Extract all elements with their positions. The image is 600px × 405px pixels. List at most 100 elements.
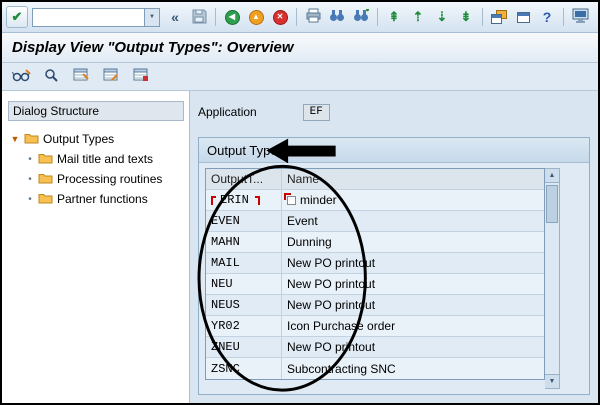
table-row[interactable]: MAHN Dunning (206, 232, 544, 253)
new-session-button[interactable] (488, 6, 510, 28)
command-dropdown-button[interactable]: ▼ (144, 9, 159, 26)
annotation-red-mark (255, 196, 260, 205)
create-shortcut-button[interactable] (512, 6, 534, 28)
print-button[interactable] (302, 6, 324, 28)
table-row[interactable]: ZNEU New PO printout (206, 337, 544, 358)
magnifier-icon (44, 68, 58, 85)
last-page-button[interactable]: ⇟ (455, 6, 477, 28)
choose-button[interactable] (40, 66, 62, 88)
table-row[interactable]: MAIL New PO printout (206, 253, 544, 274)
table-pencil-icon (103, 68, 119, 85)
application-toolbar (2, 63, 598, 91)
next-page-button[interactable]: ⇣ (431, 6, 453, 28)
printer-icon (305, 8, 322, 26)
toolbar-separator (377, 8, 378, 26)
application-field[interactable]: EF (303, 104, 330, 121)
standard-toolbar: ✔ ▼ « ◀ ▲ ✕ ⇞ ⇡ ⇣ ⇟ ? (2, 2, 598, 33)
new-session-icon (491, 10, 507, 24)
name-cell[interactable]: New PO printout (282, 253, 544, 273)
last-page-icon: ⇟ (461, 9, 472, 25)
customize-layout-button[interactable] (569, 6, 591, 28)
name-cell[interactable]: New PO printout (282, 337, 544, 357)
output-type-cell[interactable]: EVEN (206, 211, 282, 231)
main-area: Dialog Structure ▼ Output Types • Mail t… (2, 91, 598, 403)
column-header-output-type[interactable]: OutputT... (206, 169, 282, 189)
table-edit-button-3[interactable] (130, 66, 152, 88)
exit-icon: ▲ (249, 10, 264, 25)
help-button[interactable]: ? (536, 6, 558, 28)
cell-text: NEUS (211, 298, 240, 312)
collapse-button[interactable]: « (164, 6, 186, 28)
annotation-red-mark (211, 196, 216, 205)
output-type-cell[interactable]: ZNEU (206, 337, 282, 357)
scroll-down-button[interactable]: ▼ (545, 374, 559, 388)
enter-button[interactable]: ✔ (6, 6, 28, 28)
cell-text: New PO printout (287, 298, 375, 312)
table-row[interactable]: YR02 Icon Purchase order (206, 316, 544, 337)
cell-text: minder (300, 193, 337, 207)
output-type-cell[interactable]: NEU (206, 274, 282, 294)
expander-icon[interactable]: ▼ (10, 134, 20, 144)
scroll-thumb[interactable] (546, 185, 558, 223)
folder-icon (38, 152, 53, 167)
cell-text: Event (287, 214, 318, 228)
display-change-button[interactable] (10, 66, 32, 88)
tree-item-label: Processing routines (57, 172, 162, 186)
dialog-structure-tree: ▼ Output Types • Mail title and texts • … (8, 121, 184, 209)
output-type-cell[interactable]: MAIL (206, 253, 282, 273)
table-edit-button-2[interactable] (100, 66, 122, 88)
folder-icon (38, 172, 53, 187)
output-type-cell[interactable]: ZSNC (206, 358, 282, 379)
table-row[interactable]: ERIN minder (206, 190, 544, 211)
name-cell[interactable]: Subcontracting SNC (282, 358, 544, 379)
sap-window: ✔ ▼ « ◀ ▲ ✕ ⇞ ⇡ ⇣ ⇟ ? Display View "Outp… (0, 0, 600, 405)
cell-marker-icon (287, 196, 296, 205)
table-body: ERIN minder EVEN Event MAHN Dunning (206, 190, 544, 379)
name-cell[interactable]: New PO printout (282, 274, 544, 294)
command-field[interactable]: ▼ (32, 8, 160, 27)
application-label: Application (198, 105, 257, 119)
table-row[interactable]: EVEN Event (206, 211, 544, 232)
output-type-cell[interactable]: ERIN (206, 190, 282, 210)
back-button[interactable]: ◀ (221, 6, 243, 28)
folder-open-icon (24, 132, 39, 147)
find-button[interactable] (326, 6, 348, 28)
table-edit-button-1[interactable] (70, 66, 92, 88)
cell-text: New PO printout (287, 277, 375, 291)
table-scrollbar[interactable]: ▲ ▼ (545, 168, 560, 389)
title-bar: Display View "Output Types": Overview (2, 33, 598, 63)
collapse-icon: « (171, 9, 179, 25)
exit-button[interactable]: ▲ (245, 6, 267, 28)
output-type-cell[interactable]: NEUS (206, 295, 282, 315)
cell-text: ZNEU (211, 340, 240, 354)
name-cell[interactable]: minder (282, 190, 544, 210)
scroll-up-button[interactable]: ▲ (545, 169, 559, 183)
output-type-cell[interactable]: MAHN (206, 232, 282, 252)
name-cell[interactable]: New PO printout (282, 295, 544, 315)
previous-page-button[interactable]: ⇡ (407, 6, 429, 28)
tree-item-mail-title-and-texts[interactable]: • Mail title and texts (10, 149, 184, 169)
name-cell[interactable]: Event (282, 211, 544, 231)
column-header-name[interactable]: Name (282, 169, 544, 189)
cell-text: Subcontracting SNC (287, 362, 396, 376)
find-next-button[interactable] (350, 6, 372, 28)
first-page-button[interactable]: ⇞ (383, 6, 405, 28)
name-cell[interactable]: Icon Purchase order (282, 316, 544, 336)
output-type-cell[interactable]: YR02 (206, 316, 282, 336)
toolbar-separator (563, 8, 564, 26)
save-button[interactable] (188, 6, 210, 28)
chevron-down-icon: ▼ (149, 14, 155, 20)
tree-item-output-types[interactable]: ▼ Output Types (10, 129, 184, 149)
cancel-button[interactable]: ✕ (269, 6, 291, 28)
binoculars-icon (329, 9, 345, 25)
table-row[interactable]: NEUS New PO printout (206, 295, 544, 316)
page-title: Display View "Output Types": Overview (12, 39, 294, 56)
name-cell[interactable]: Dunning (282, 232, 544, 252)
output-types-table: OutputT... Name ERIN minder EVEN Event (205, 168, 545, 380)
table-row[interactable]: ZSNC Subcontracting SNC (206, 358, 544, 379)
cell-text: MAHN (211, 235, 240, 249)
tree-item-processing-routines[interactable]: • Processing routines (10, 169, 184, 189)
tree-item-partner-functions[interactable]: • Partner functions (10, 189, 184, 209)
table-row[interactable]: NEU New PO printout (206, 274, 544, 295)
command-input[interactable] (33, 9, 144, 26)
